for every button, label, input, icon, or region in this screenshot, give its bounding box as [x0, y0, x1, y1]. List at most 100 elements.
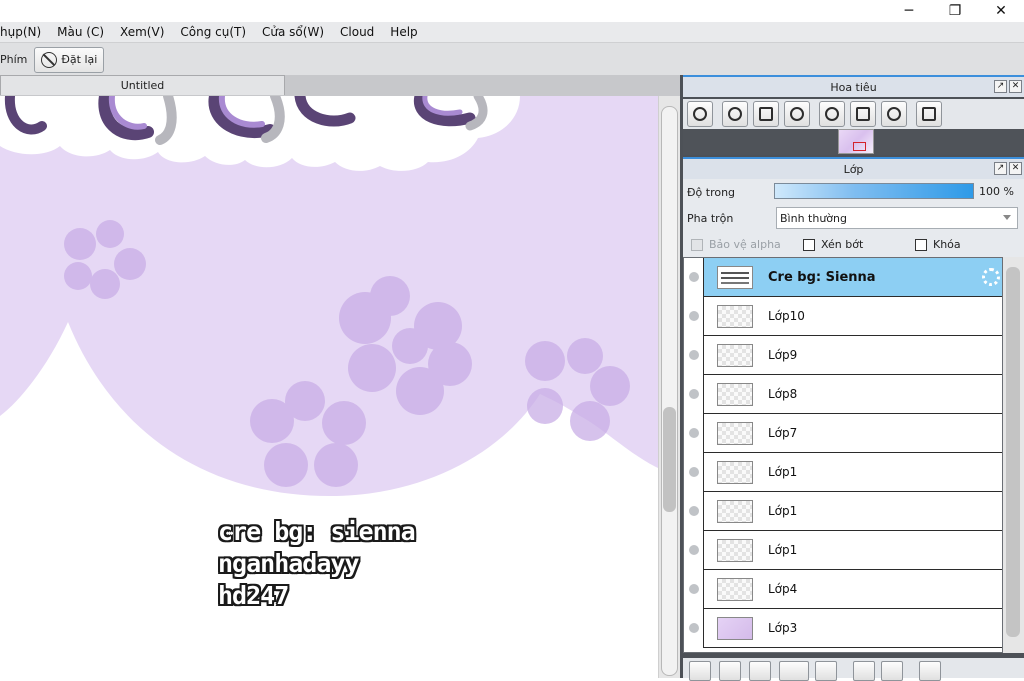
layer-thumbnail: [717, 383, 753, 406]
close-icon[interactable]: ✕: [978, 0, 1024, 22]
visibility-toggle[interactable]: [684, 375, 704, 414]
blend-mode-label: Pha trộn: [687, 212, 734, 225]
reset-button[interactable]: Đặt lại: [34, 46, 105, 73]
copy-layer-icon[interactable]: [853, 661, 875, 681]
navigator-thumbnail[interactable]: [838, 129, 874, 154]
reset-icon: [41, 51, 58, 68]
rotate-right-icon[interactable]: [881, 101, 907, 127]
opacity-value: 100 %: [979, 185, 1014, 198]
protect-alpha-checkbox[interactable]: Bảo vệ alpha: [691, 238, 781, 251]
menu-item-help[interactable]: Help: [382, 25, 425, 39]
rotate-left-icon[interactable]: [819, 101, 845, 127]
visibility-toggle[interactable]: [684, 609, 704, 648]
layer-thumbnail: [717, 617, 753, 640]
blend-mode-select[interactable]: Bình thường: [776, 207, 1018, 229]
navigator-toolbar: [683, 99, 1024, 129]
visibility-toggle[interactable]: [684, 297, 704, 336]
undock-icon[interactable]: ↗: [994, 80, 1007, 93]
title-bar: ─ ❐ ✕: [0, 0, 1024, 22]
lock-checkbox[interactable]: Khóa: [915, 238, 961, 251]
layers-header: Lớp ↗ ✕: [683, 157, 1024, 179]
restore-icon[interactable]: ❐: [932, 0, 978, 22]
menu-item-tool-settings[interactable]: hụp(N): [0, 25, 49, 39]
new-layer-icon[interactable]: [749, 661, 771, 681]
canvas-text-line-2: nganhadayy: [218, 549, 360, 578]
canvas-vertical-scrollbar[interactable]: [658, 96, 680, 678]
drawing-canvas[interactable]: cre bg: sienna nganhadayy hd247: [0, 96, 658, 678]
gear-icon[interactable]: [982, 268, 1000, 286]
layer-name: Lớp1: [768, 465, 798, 479]
layer-row[interactable]: Cre bg: Sienna: [684, 258, 1002, 297]
menu-item-color[interactable]: Màu (C): [49, 25, 112, 39]
right-dock-panel: Hoa tiêu ↗ ✕ Lớp ↗ ✕ Độ trong 100 % Pha …: [680, 75, 1024, 681]
zoom-out-icon[interactable]: [784, 101, 810, 127]
visibility-toggle[interactable]: [684, 414, 704, 453]
canvas-text-line-3: hd247: [218, 581, 289, 610]
layer-list-scrollbar[interactable]: [1003, 257, 1024, 653]
navigator-preview[interactable]: [683, 129, 1024, 155]
undock-icon[interactable]: ↗: [994, 162, 1007, 175]
layer-row[interactable]: Lớp9: [684, 336, 1002, 375]
blend-mode-value: Bình thường: [780, 211, 847, 225]
layer-name: Lớp7: [768, 426, 798, 440]
visibility-toggle[interactable]: [684, 531, 704, 570]
canvas-artwork: [0, 96, 658, 496]
visibility-toggle[interactable]: [684, 336, 704, 375]
document-tab-title: Untitled: [120, 79, 165, 92]
minimize-icon[interactable]: ─: [886, 0, 932, 22]
opacity-slider[interactable]: [774, 183, 974, 199]
scrollbar-track[interactable]: [661, 106, 678, 676]
layer-properties: Độ trong 100 % Pha trộn Bình thường Bảo …: [683, 179, 1024, 257]
canvas-text-line-1: cre bg: sienna: [218, 517, 416, 546]
menu-item-window[interactable]: Cửa sổ(W): [254, 25, 332, 39]
layer-row[interactable]: Lớp3: [684, 609, 1002, 648]
layer-thumbnail: [717, 266, 753, 289]
opacity-label: Độ trong: [687, 186, 736, 199]
layer-thumbnail: [717, 422, 753, 445]
menu-item-cloud[interactable]: Cloud: [332, 25, 382, 39]
layer-name: Cre bg: Sienna: [768, 270, 876, 285]
layer-row[interactable]: Lớp10: [684, 297, 1002, 336]
menu-item-view[interactable]: Xem(V): [112, 25, 172, 39]
layers-title: Lớp: [843, 162, 864, 176]
menu-item-tools[interactable]: Công cụ(T): [172, 25, 254, 39]
layer-name: Lớp8: [768, 387, 798, 401]
new-vector-layer-icon[interactable]: [719, 661, 741, 681]
scrollbar-thumb[interactable]: [1006, 267, 1020, 637]
layer-row[interactable]: Lớp1: [684, 531, 1002, 570]
merge-layer-icon[interactable]: [881, 661, 903, 681]
zoom-in-icon[interactable]: [722, 101, 748, 127]
layer-row[interactable]: Lớp1: [684, 453, 1002, 492]
toolbar: Phím Đặt lại: [0, 42, 1024, 76]
close-icon[interactable]: ✕: [1009, 162, 1022, 175]
document-tab[interactable]: Untitled: [0, 75, 285, 95]
fit-screen-icon[interactable]: [753, 101, 779, 127]
chevron-down-icon: [1003, 215, 1011, 220]
document-tab-bar: Untitled: [0, 75, 680, 96]
layer-name: Lớp1: [768, 504, 798, 518]
scrollbar-thumb[interactable]: [663, 407, 676, 512]
new-layer-menu-icon[interactable]: [779, 661, 809, 681]
navigator-view-rect[interactable]: [853, 142, 866, 151]
delete-layer-icon[interactable]: [919, 661, 941, 681]
layer-row[interactable]: Lớp7: [684, 414, 1002, 453]
clipping-checkbox[interactable]: Xén bớt: [803, 238, 863, 251]
navigator-title: Hoa tiêu: [830, 80, 877, 94]
layer-thumbnail: [717, 578, 753, 601]
new-folder-icon[interactable]: [815, 661, 837, 681]
layer-row[interactable]: Lớp4: [684, 570, 1002, 609]
visibility-toggle[interactable]: [684, 453, 704, 492]
zoom-in-icon[interactable]: [687, 101, 713, 127]
close-icon[interactable]: ✕: [1009, 80, 1022, 93]
layer-row[interactable]: Lớp1: [684, 492, 1002, 531]
visibility-toggle[interactable]: [684, 570, 704, 609]
layer-list: Cre bg: Sienna Lớp10 Lớp9 Lớp8 Lớp7 Lớp1: [683, 257, 1003, 653]
visibility-toggle[interactable]: [684, 492, 704, 531]
visibility-toggle[interactable]: [684, 258, 704, 297]
shortcut-label: Phím: [0, 53, 28, 66]
layer-row[interactable]: Lớp8: [684, 375, 1002, 414]
reset-button-label: Đặt lại: [61, 53, 98, 66]
new-raster-layer-icon[interactable]: [689, 661, 711, 681]
reset-view-icon[interactable]: [850, 101, 876, 127]
flip-icon[interactable]: [916, 101, 942, 127]
